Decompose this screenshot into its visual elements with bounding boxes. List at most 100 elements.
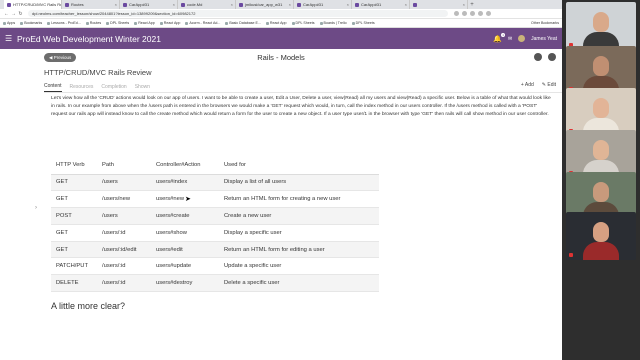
participant-video-tile[interactable]	[566, 88, 636, 136]
participant-video-tile[interactable]	[566, 130, 636, 178]
browser-tab-label: HTTP/CRUD/MVC Rails Review	[13, 2, 61, 7]
close-tab-icon[interactable]: ×	[347, 2, 349, 7]
table-cell: Display a specific user	[219, 224, 379, 242]
table-cell: users#update	[151, 257, 219, 276]
url-field[interactable]: dpl.neolms.com/teacher_lesson/show/20448…	[28, 10, 448, 17]
collapse-chevron-icon[interactable]: ›	[35, 205, 37, 211]
edit-button[interactable]: ✎ Edit	[542, 82, 556, 88]
participant-video-tile[interactable]	[566, 2, 636, 50]
back-arrow-icon[interactable]: ←	[3, 11, 10, 17]
reload-icon[interactable]: ↻	[17, 11, 24, 17]
hamburger-icon[interactable]: ☰	[5, 34, 15, 43]
next-icon[interactable]	[548, 53, 556, 61]
bookmark-item[interactable]: Boards | Trello	[319, 21, 347, 25]
lesson-icons	[534, 53, 556, 61]
close-tab-icon[interactable]: ×	[289, 2, 291, 7]
header-right: 🔔 1 ✉ James Yeat	[493, 32, 557, 43]
course-title[interactable]: ProEd Web Development Winter 2021	[17, 34, 161, 44]
extension-icon[interactable]	[478, 11, 483, 16]
bookmark-item[interactable]: DPL Sheets	[291, 21, 315, 25]
table-cell: GET	[51, 190, 97, 209]
notifications-bell-icon[interactable]: 🔔 1	[493, 32, 505, 43]
participant-video-tile[interactable]	[566, 46, 636, 94]
close-tab-icon[interactable]: ×	[405, 2, 407, 7]
table-cell: GET	[51, 224, 97, 242]
close-tab-icon[interactable]: ×	[115, 2, 117, 7]
browser-tab[interactable]: jmikusi/car_app_w31 ×	[236, 0, 294, 9]
tab-content[interactable]: Content	[44, 83, 62, 92]
bookmark-item[interactable]: React App	[265, 21, 287, 25]
screen: HTTP/CRUD/MVC Rails Review×Routes×CarApp…	[0, 0, 640, 360]
browser-tab-label: jmikusi/car_app_w31	[245, 2, 283, 7]
bookmark-label: Basic Database E...	[229, 21, 261, 25]
table-cell: users#edit	[151, 241, 219, 259]
avatar[interactable]	[518, 35, 526, 42]
forward-arrow-icon[interactable]: →	[10, 11, 17, 17]
tab-favicon-icon	[123, 2, 127, 7]
bookmark-item[interactable]: React App	[159, 21, 180, 25]
bookmarks-bar: Apps Bookmarks Lessons - ProEd... Routes DPL…	[0, 19, 562, 28]
browser-tab-bar: HTTP/CRUD/MVC Rails Review×Routes×CarApp…	[0, 0, 562, 9]
table-cell: /users	[97, 207, 151, 225]
browser-tab[interactable]: HTTP/CRUD/MVC Rails Review×	[4, 0, 62, 9]
bookmark-favicon-icon	[85, 21, 89, 25]
browser-tab-label: CarApp#31	[129, 2, 150, 7]
table-cell: POST	[51, 207, 97, 225]
table-cell: /users/:id	[97, 257, 151, 276]
browser-tab[interactable]: CarApp#31 ×	[120, 0, 178, 9]
browser-tab[interactable]: ×	[410, 0, 468, 9]
extension-icon[interactable]	[454, 11, 459, 16]
bookmark-item[interactable]: Bookmarks	[20, 21, 42, 25]
extension-icon[interactable]	[462, 11, 467, 16]
close-tab-icon[interactable]: ×	[231, 2, 233, 7]
browser-tab[interactable]: CarApp#31 ×	[294, 0, 352, 9]
browser-tab-label: CarApp#31	[361, 2, 382, 7]
tab-resources[interactable]: Resources	[70, 84, 94, 92]
bookmark-favicon-icon	[106, 21, 110, 25]
table-row: POST/users users#create Create a new user	[51, 207, 379, 225]
bookmark-item[interactable]: Apps	[3, 21, 15, 25]
bookmark-item[interactable]: DPL Sheets	[351, 21, 375, 25]
table-row: PATCH/PUT/users/:id users#update Update a …	[51, 257, 379, 276]
user-name[interactable]: James Yeat	[531, 36, 557, 42]
participant-video-tile[interactable]	[566, 212, 636, 260]
table-cell: DELETE	[51, 274, 97, 293]
bookmark-label: Bookmarks	[24, 21, 43, 25]
bookmark-item[interactable]: React App	[134, 21, 155, 25]
table-cell: Create a new user	[219, 207, 379, 225]
profile-icon[interactable]	[486, 11, 491, 16]
intro-paragraph: Let's view how all the 'CRUD' actions wo…	[51, 96, 551, 117]
table-cell: Return an HTML form for creating a new u…	[219, 190, 379, 209]
bookmark-item[interactable]: Basic Database E...	[225, 21, 261, 25]
table-cell: /users	[97, 174, 151, 192]
close-tab-icon[interactable]: ×	[173, 2, 175, 7]
extension-icon[interactable]	[470, 11, 475, 16]
browser-address-bar: ← → ↻ dpl.neolms.com/teacher_lesson/show…	[0, 9, 562, 19]
extension-icons	[454, 11, 491, 16]
divider	[44, 92, 562, 93]
browser-tab[interactable]: Routes ×	[62, 0, 120, 9]
new-tab-button[interactable]: +	[468, 0, 476, 9]
browser-tab[interactable]: CarApp#31 ×	[352, 0, 410, 9]
table-cell: Delete a specific user	[219, 274, 379, 293]
print-icon[interactable]	[534, 53, 542, 61]
tab-favicon-icon	[65, 2, 69, 7]
other-bookmarks[interactable]: Other Bookmarks	[531, 21, 559, 25]
video-participants-strip	[562, 0, 640, 360]
tab-shown[interactable]: Shown	[135, 84, 150, 92]
bookmark-item[interactable]: Routes	[85, 21, 101, 25]
bookmark-item[interactable]: DPL Sheets	[106, 21, 129, 25]
messages-icon[interactable]: ✉	[508, 36, 512, 42]
bookmark-item[interactable]: Accrm - React Ad...	[185, 21, 220, 25]
previous-button[interactable]: ◀ Previous	[44, 53, 77, 62]
tab-completion[interactable]: Completion	[101, 84, 126, 92]
bookmark-item[interactable]: Lessons - ProEd...	[47, 21, 81, 25]
section-actions: + Add ✎ Edit	[521, 82, 556, 88]
close-tab-icon[interactable]: ×	[463, 2, 465, 7]
table-row: GET/users/new users#new Return an HTML for…	[51, 190, 379, 209]
browser-tab[interactable]: code.Md ×	[178, 0, 236, 9]
closing-question: A little more clear?	[51, 301, 126, 311]
bookmark-favicon-icon	[351, 21, 355, 25]
add-button[interactable]: + Add	[521, 82, 534, 88]
table-cell: users#show	[151, 224, 219, 242]
